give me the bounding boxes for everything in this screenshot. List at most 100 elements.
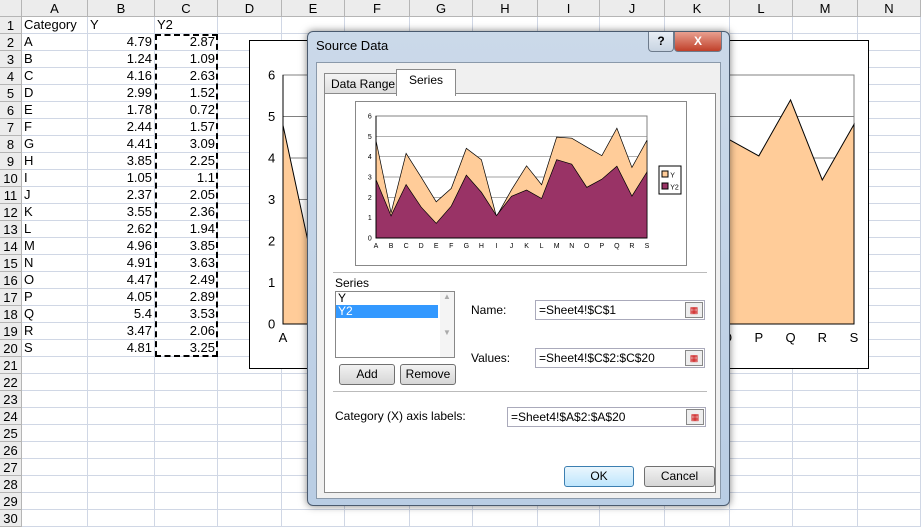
- cell[interactable]: E: [22, 102, 88, 119]
- cell[interactable]: [793, 425, 858, 442]
- cell[interactable]: 1.52: [155, 85, 218, 102]
- cell[interactable]: [218, 493, 282, 510]
- cell[interactable]: 3.09: [155, 136, 218, 153]
- category-input[interactable]: =Sheet4!$A$2:$A$20▦: [507, 407, 706, 427]
- cell[interactable]: 3.53: [155, 306, 218, 323]
- cell[interactable]: [410, 510, 473, 527]
- cell[interactable]: 3.85: [155, 238, 218, 255]
- row-header[interactable]: 11: [0, 187, 22, 204]
- column-header[interactable]: D: [218, 0, 282, 17]
- cell[interactable]: [22, 442, 88, 459]
- cell[interactable]: 1.1: [155, 170, 218, 187]
- cell[interactable]: C: [22, 68, 88, 85]
- cell[interactable]: [858, 408, 921, 425]
- cell[interactable]: [858, 391, 921, 408]
- cell[interactable]: [218, 17, 282, 34]
- cell[interactable]: [22, 459, 88, 476]
- cell[interactable]: 2.89: [155, 289, 218, 306]
- row-header[interactable]: 1: [0, 17, 22, 34]
- row-header[interactable]: 17: [0, 289, 22, 306]
- cell[interactable]: D: [22, 85, 88, 102]
- cell[interactable]: [665, 510, 730, 527]
- cell[interactable]: [155, 391, 218, 408]
- cell[interactable]: [155, 476, 218, 493]
- cell[interactable]: 2.05: [155, 187, 218, 204]
- cell[interactable]: [730, 493, 793, 510]
- cell[interactable]: [218, 510, 282, 527]
- row-header[interactable]: 3: [0, 51, 22, 68]
- cell[interactable]: [793, 476, 858, 493]
- cell[interactable]: [88, 374, 155, 391]
- ok-button[interactable]: OK: [564, 466, 634, 487]
- cell[interactable]: [155, 408, 218, 425]
- cell[interactable]: [730, 510, 793, 527]
- cell[interactable]: [858, 17, 921, 34]
- cell[interactable]: [88, 493, 155, 510]
- cell[interactable]: [88, 408, 155, 425]
- range-picker-icon[interactable]: ▦: [686, 409, 704, 425]
- cell[interactable]: N: [22, 255, 88, 272]
- cell[interactable]: P: [22, 289, 88, 306]
- column-header[interactable]: F: [345, 0, 410, 17]
- cell[interactable]: [858, 374, 921, 391]
- row-header[interactable]: 28: [0, 476, 22, 493]
- cell[interactable]: [730, 374, 793, 391]
- cell[interactable]: [858, 459, 921, 476]
- row-header[interactable]: 13: [0, 221, 22, 238]
- row-header[interactable]: 4: [0, 68, 22, 85]
- cell[interactable]: 4.79: [88, 34, 155, 51]
- cell[interactable]: 2.62: [88, 221, 155, 238]
- cell[interactable]: 1.94: [155, 221, 218, 238]
- column-header[interactable]: A: [22, 0, 88, 17]
- row-header[interactable]: 19: [0, 323, 22, 340]
- cell[interactable]: 3.63: [155, 255, 218, 272]
- row-header[interactable]: 5: [0, 85, 22, 102]
- cell[interactable]: 2.44: [88, 119, 155, 136]
- cell[interactable]: R: [22, 323, 88, 340]
- cell[interactable]: [218, 374, 282, 391]
- cell[interactable]: 2.49: [155, 272, 218, 289]
- cell[interactable]: Q: [22, 306, 88, 323]
- cell[interactable]: 3.47: [88, 323, 155, 340]
- cell[interactable]: [600, 510, 665, 527]
- column-header[interactable]: N: [858, 0, 921, 17]
- cell[interactable]: I: [22, 170, 88, 187]
- cell[interactable]: [155, 510, 218, 527]
- cell[interactable]: 4.47: [88, 272, 155, 289]
- cell[interactable]: A: [22, 34, 88, 51]
- cell[interactable]: 2.36: [155, 204, 218, 221]
- row-header[interactable]: 6: [0, 102, 22, 119]
- cell[interactable]: F: [22, 119, 88, 136]
- cell[interactable]: H: [22, 153, 88, 170]
- cell[interactable]: M: [22, 238, 88, 255]
- cell[interactable]: [730, 425, 793, 442]
- cell[interactable]: 3.85: [88, 153, 155, 170]
- cell[interactable]: [22, 425, 88, 442]
- values-input[interactable]: =Sheet4!$C$2:$C$20▦: [535, 348, 705, 368]
- cell[interactable]: [155, 357, 218, 374]
- cell[interactable]: [793, 493, 858, 510]
- tab-series[interactable]: Series: [396, 69, 456, 96]
- column-header[interactable]: B: [88, 0, 155, 17]
- row-header[interactable]: 7: [0, 119, 22, 136]
- row-header[interactable]: 2: [0, 34, 22, 51]
- cell[interactable]: [473, 510, 538, 527]
- cell[interactable]: [858, 476, 921, 493]
- select-all[interactable]: [0, 0, 22, 17]
- row-header[interactable]: 30: [0, 510, 22, 527]
- cell[interactable]: [22, 391, 88, 408]
- series-scrollbar[interactable]: ▲▼: [440, 292, 454, 357]
- series-listbox[interactable]: Y Y2 ▲▼: [335, 291, 455, 358]
- cell[interactable]: [793, 391, 858, 408]
- cell[interactable]: [155, 442, 218, 459]
- cell[interactable]: 5.4: [88, 306, 155, 323]
- row-header[interactable]: 15: [0, 255, 22, 272]
- cell[interactable]: [22, 476, 88, 493]
- cell[interactable]: [793, 408, 858, 425]
- cell[interactable]: [22, 408, 88, 425]
- cell[interactable]: [793, 459, 858, 476]
- row-header[interactable]: 10: [0, 170, 22, 187]
- cell[interactable]: O: [22, 272, 88, 289]
- cell[interactable]: [218, 425, 282, 442]
- cell[interactable]: 4.81: [88, 340, 155, 357]
